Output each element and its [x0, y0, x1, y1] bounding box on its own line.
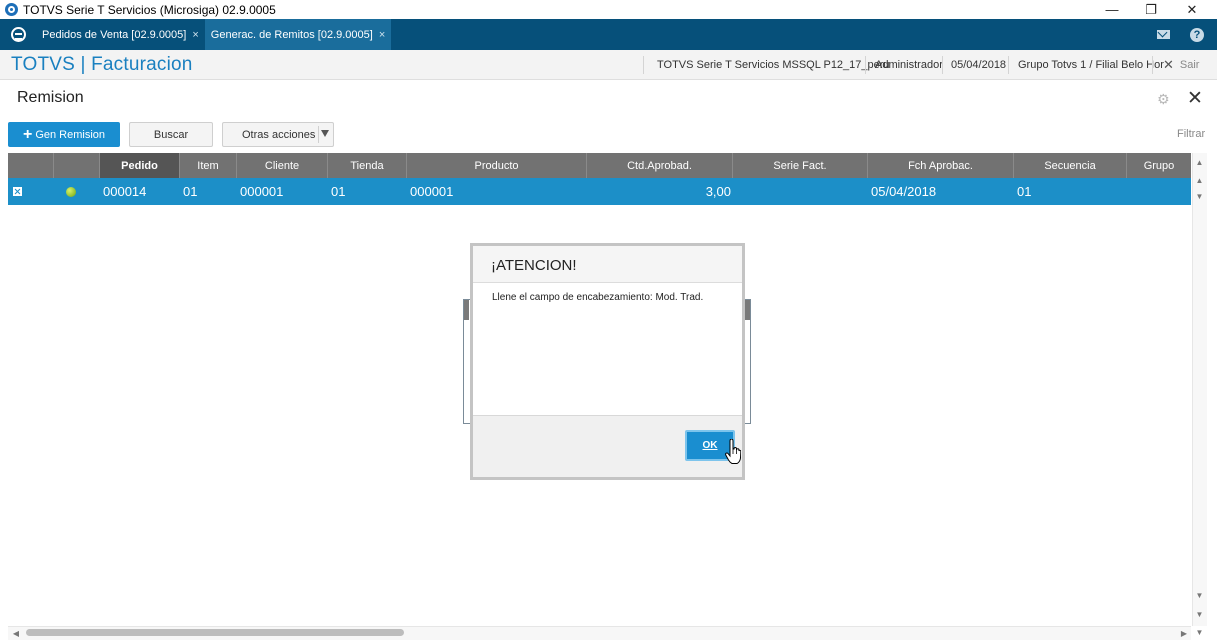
window-title: TOTVS Serie T Servicios (Microsiga) 02.9… [23, 2, 276, 17]
column-header-grupo[interactable]: Grupo [1127, 153, 1191, 178]
exit-button[interactable]: ✕ Sair [1163, 50, 1199, 80]
column-header-item[interactable]: Item [180, 153, 237, 178]
exit-icon: ✕ [1163, 57, 1174, 72]
tab-close-icon[interactable]: × [192, 29, 198, 41]
window-close-button[interactable]: ✕ [1174, 0, 1210, 19]
column-header-secuencia[interactable]: Secuencia [1014, 153, 1127, 178]
home-menu-icon[interactable] [0, 19, 36, 50]
environment-info: TOTVS Serie T Servicios MSSQL P12_17_per… [657, 59, 890, 71]
scroll-down-icon[interactable]: ▼ [1193, 191, 1206, 202]
tab-bar: Pedidos de Venta [02.9.0005] × Generac. … [0, 19, 1217, 50]
scroll-down-icon[interactable]: ▼ [1193, 609, 1206, 620]
help-icon: ? [1190, 27, 1204, 42]
column-header-pedido[interactable]: Pedido [100, 153, 180, 178]
cell-serie-fact [733, 178, 868, 205]
gen-remision-label: Gen Remision [35, 128, 106, 141]
cell-cliente: 000001 [240, 184, 284, 199]
checkbox-checked-icon [13, 187, 22, 196]
chevron-down-icon [321, 130, 329, 137]
scroll-down-icon[interactable]: ▼ [1193, 627, 1206, 638]
cell-producto: 000001 [410, 184, 454, 199]
branch-info: Grupo Totvs 1 / Filial Belo Hor [1018, 59, 1164, 71]
date-info: 05/04/2018 [951, 59, 1007, 71]
cell-secuencia: 01 [1017, 184, 1032, 199]
tab-generac-de-remitos[interactable]: Generac. de Remitos [02.9.0005] × [204, 19, 392, 50]
cell-ctd-aprobad: 3,00 [705, 184, 731, 199]
tab-close-icon[interactable]: × [379, 29, 385, 41]
column-header-status[interactable] [54, 153, 100, 178]
data-grid: Pedido Item Cliente Tienda Producto Ctd.… [8, 153, 1191, 205]
scroll-up-icon[interactable]: ▲ [1193, 157, 1206, 168]
scroll-up-icon[interactable]: ▲ [1193, 175, 1206, 186]
column-header-ctd-aprobad[interactable]: Ctd.Aprobad. [587, 153, 733, 178]
row-status [54, 178, 100, 205]
otras-acciones-label: Otras acciones [242, 128, 316, 141]
buscar-button[interactable]: Buscar [129, 122, 213, 147]
column-header-cliente[interactable]: Cliente [237, 153, 328, 178]
column-header-serie-fact[interactable]: Serie Fact. [733, 153, 868, 178]
dialog-header: ¡ATENCION! [473, 246, 742, 283]
cell-tienda: 01 [331, 184, 346, 199]
buscar-label: Buscar [153, 128, 189, 141]
column-header-tienda[interactable]: Tienda [328, 153, 407, 178]
window-titlebar: TOTVS Serie T Servicios (Microsiga) 02.9… [0, 0, 1217, 19]
cell-item: 01 [183, 184, 198, 199]
tab-pedidos-de-venta[interactable]: Pedidos de Venta [02.9.0005] × [36, 19, 205, 50]
minimize-button[interactable]: — [1094, 0, 1130, 19]
messages-button[interactable] [1148, 19, 1178, 50]
user-info: Administrador [875, 59, 943, 71]
cell-pedido: 000014 [103, 184, 147, 199]
exit-label: Sair [1179, 59, 1200, 71]
cell-fch-aprobac: 05/04/2018 [871, 184, 937, 199]
scroll-left-icon[interactable]: ◀ [9, 626, 23, 640]
column-header-fch-aprobac[interactable]: Fch Aprobac. [868, 153, 1014, 178]
restore-button[interactable]: ❐ [1133, 0, 1169, 19]
vertical-scrollbar[interactable] [1192, 153, 1207, 626]
app-logo-icon [5, 3, 18, 16]
row-select-checkbox[interactable] [8, 178, 54, 205]
dialog-title: ¡ATENCION! [491, 257, 577, 274]
tab-label: Pedidos de Venta [02.9.0005] [42, 28, 187, 41]
module-title: TOTVS | Facturacion [11, 54, 193, 75]
column-header-producto[interactable]: Producto [407, 153, 587, 178]
table-row[interactable]: 000014 01 000001 01 000001 3,00 05/04/20… [8, 178, 1191, 205]
gear-icon[interactable]: ⚙ [1157, 92, 1171, 106]
help-button[interactable]: ? [1182, 19, 1212, 50]
mail-icon [1156, 30, 1170, 39]
filter-link[interactable]: Filtrar [1177, 128, 1205, 140]
dialog-message: Llene el campo de encabezamiento: Mod. T… [492, 292, 704, 303]
gen-remision-button[interactable]: + Gen Remision [8, 122, 120, 147]
grid-header: Pedido Item Cliente Tienda Producto Ctd.… [8, 153, 1191, 178]
tab-label: Generac. de Remitos [02.9.0005] [210, 28, 373, 41]
status-green-icon [66, 186, 76, 197]
hand-cursor-icon [725, 439, 741, 464]
plus-icon: + [22, 125, 33, 143]
column-header-select[interactable] [8, 153, 54, 178]
page-title: Remision [17, 89, 84, 106]
horizontal-scroll-thumb[interactable] [26, 629, 404, 636]
app-header: TOTVS | Facturacion TOTVS Serie T Servic… [0, 50, 1217, 80]
cell-grupo [1127, 178, 1191, 205]
otras-acciones-dropdown[interactable]: Otras acciones [222, 122, 334, 147]
scroll-down-icon[interactable]: ▼ [1193, 590, 1206, 601]
scroll-right-icon[interactable]: ▶ [1177, 626, 1191, 640]
close-icon[interactable]: ✕ [1187, 89, 1203, 108]
